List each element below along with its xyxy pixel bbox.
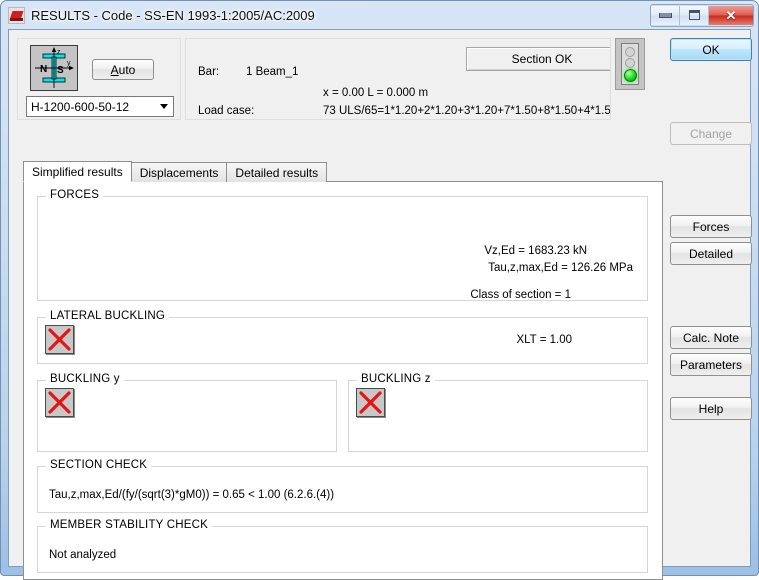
forces-group: FORCES Vz,Ed = 1683.23 kN Tau,z,max,Ed =… [37, 189, 648, 301]
position-text: x = 0.00 L = 0.000 m [323, 87, 429, 99]
section-check-formula: Tau,z,max,Ed/(fy/(sqrt(3)*gM0)) = 0.65 <… [49, 489, 335, 501]
detailed-button[interactable]: Detailed [670, 242, 752, 265]
profile-combobox-value: H-1200-600-50-12 [31, 99, 130, 114]
forces-tau-value: Tau,z,max,Ed = 126.26 MPa [488, 262, 633, 274]
led-yellow-off [625, 57, 635, 68]
status-badge: Section OK [466, 47, 610, 71]
buckling-y-group-label: BUCKLING y [46, 373, 124, 385]
buckling-y-group: BUCKLING y [37, 373, 337, 452]
minimize-button[interactable] [651, 5, 680, 25]
results-tabstrip: Simplified results Displacements Detaile… [23, 161, 328, 182]
class-of-section-value: Class of section = 1 [470, 289, 571, 301]
maximize-icon [688, 10, 700, 20]
calc-note-button-label: Calc. Note [682, 330, 740, 345]
member-stability-check-group-label: MEMBER STABILITY CHECK [46, 519, 212, 531]
buckling-z-checkbox[interactable] [356, 388, 385, 417]
buckling-z-group: BUCKLING z [348, 373, 648, 452]
svg-text:S: S [57, 65, 64, 76]
calc-note-button[interactable]: Calc. Note [670, 326, 752, 349]
section-check-group-label: SECTION CHECK [46, 459, 152, 471]
auto-button[interactable]: Auto [92, 59, 154, 80]
tab-detailed-results[interactable]: Detailed results [226, 162, 328, 182]
member-stability-check-group: MEMBER STABILITY CHECK Not analyzed [37, 519, 648, 573]
load-case-label: Load case: [198, 105, 255, 117]
profile-combobox[interactable]: H-1200-600-50-12 [26, 96, 174, 117]
xlt-value: XLT = 1.00 [516, 334, 572, 346]
help-button[interactable]: Help [670, 397, 752, 420]
simplified-results-page: FORCES Vz,Ed = 1683.23 kN Tau,z,max,Ed =… [23, 181, 663, 580]
cross-icon [48, 328, 71, 351]
lateral-buckling-checkbox[interactable] [45, 325, 74, 354]
tab-displacements[interactable]: Displacements [130, 162, 228, 182]
dialog-client-area: z y N S Auto H-1200-600-50-12 Bar: 1 Bea… [8, 29, 752, 580]
cross-icon [48, 391, 71, 414]
window-controls: ✕ [650, 3, 754, 27]
tab-detailed-results-label: Detailed results [235, 165, 319, 180]
svg-text:N: N [40, 64, 47, 75]
status-badge-label: Section OK [511, 52, 573, 66]
lateral-buckling-group: LATERAL BUCKLING XLT = 1.00 [37, 310, 648, 364]
results-dialog-window: RESULTS - Code - SS-EN 1993-1:2005/AC:20… [0, 0, 759, 580]
change-button[interactable]: Change [670, 122, 752, 145]
section-selector-panel: z y N S Auto H-1200-600-50-12 [17, 38, 181, 120]
tab-simplified-results-label: Simplified results [32, 164, 123, 179]
parameters-button-label: Parameters [679, 357, 743, 372]
forces-button[interactable]: Forces [670, 215, 752, 238]
section-icon [8, 6, 25, 24]
led-well [621, 43, 639, 85]
forces-group-label: FORCES [46, 189, 104, 201]
ok-button[interactable]: OK [670, 38, 752, 61]
help-button-label: Help [698, 401, 724, 416]
bar-info-panel: Bar: 1 Beam_1 x = 0.00 L = 0.000 m Load … [185, 38, 611, 120]
load-case-value: 73 ULS/65=1*1.20+2*1.20+3*1.20+7*1.50+8*… [323, 105, 611, 117]
maximize-button[interactable] [680, 5, 709, 25]
window-title: RESULTS - Code - SS-EN 1993-1:2005/AC:20… [31, 7, 315, 23]
minimize-icon [658, 12, 672, 18]
chevron-down-icon [160, 104, 168, 109]
bar-value: 1 Beam_1 [246, 66, 299, 78]
led-red-off [625, 46, 635, 57]
section-check-group: SECTION CHECK Tau,z,max,Ed/(fy/(sqrt(3)*… [37, 459, 648, 513]
title-bar: RESULTS - Code - SS-EN 1993-1:2005/AC:20… [1, 1, 758, 29]
close-button[interactable]: ✕ [709, 5, 753, 25]
auto-button-label: Auto [110, 62, 136, 77]
member-stability-check-text: Not analyzed [49, 549, 117, 561]
ok-button-label: OK [702, 42, 720, 57]
lateral-buckling-group-label: LATERAL BUCKLING [46, 310, 170, 322]
bar-label: Bar: [198, 66, 220, 78]
tab-simplified-results[interactable]: Simplified results [23, 161, 132, 182]
svg-text:z: z [57, 49, 61, 56]
tab-displacements-label: Displacements [139, 165, 219, 180]
buckling-z-group-label: BUCKLING z [357, 373, 435, 385]
buckling-y-checkbox[interactable] [45, 388, 74, 417]
cross-section-icon[interactable]: z y N S [30, 45, 78, 91]
led-green-on [623, 68, 637, 82]
parameters-button[interactable]: Parameters [670, 353, 752, 376]
close-icon: ✕ [725, 7, 737, 23]
detailed-button-label: Detailed [688, 246, 734, 261]
cross-icon [359, 391, 382, 414]
svg-text:y: y [67, 60, 71, 67]
forces-vz-value: Vz,Ed = 1683.23 kN [484, 245, 587, 257]
change-button-label: Change [689, 126, 733, 141]
i-beam-shape: z y N S [35, 47, 74, 88]
forces-button-label: Forces [692, 219, 730, 234]
status-led-panel [615, 38, 645, 90]
